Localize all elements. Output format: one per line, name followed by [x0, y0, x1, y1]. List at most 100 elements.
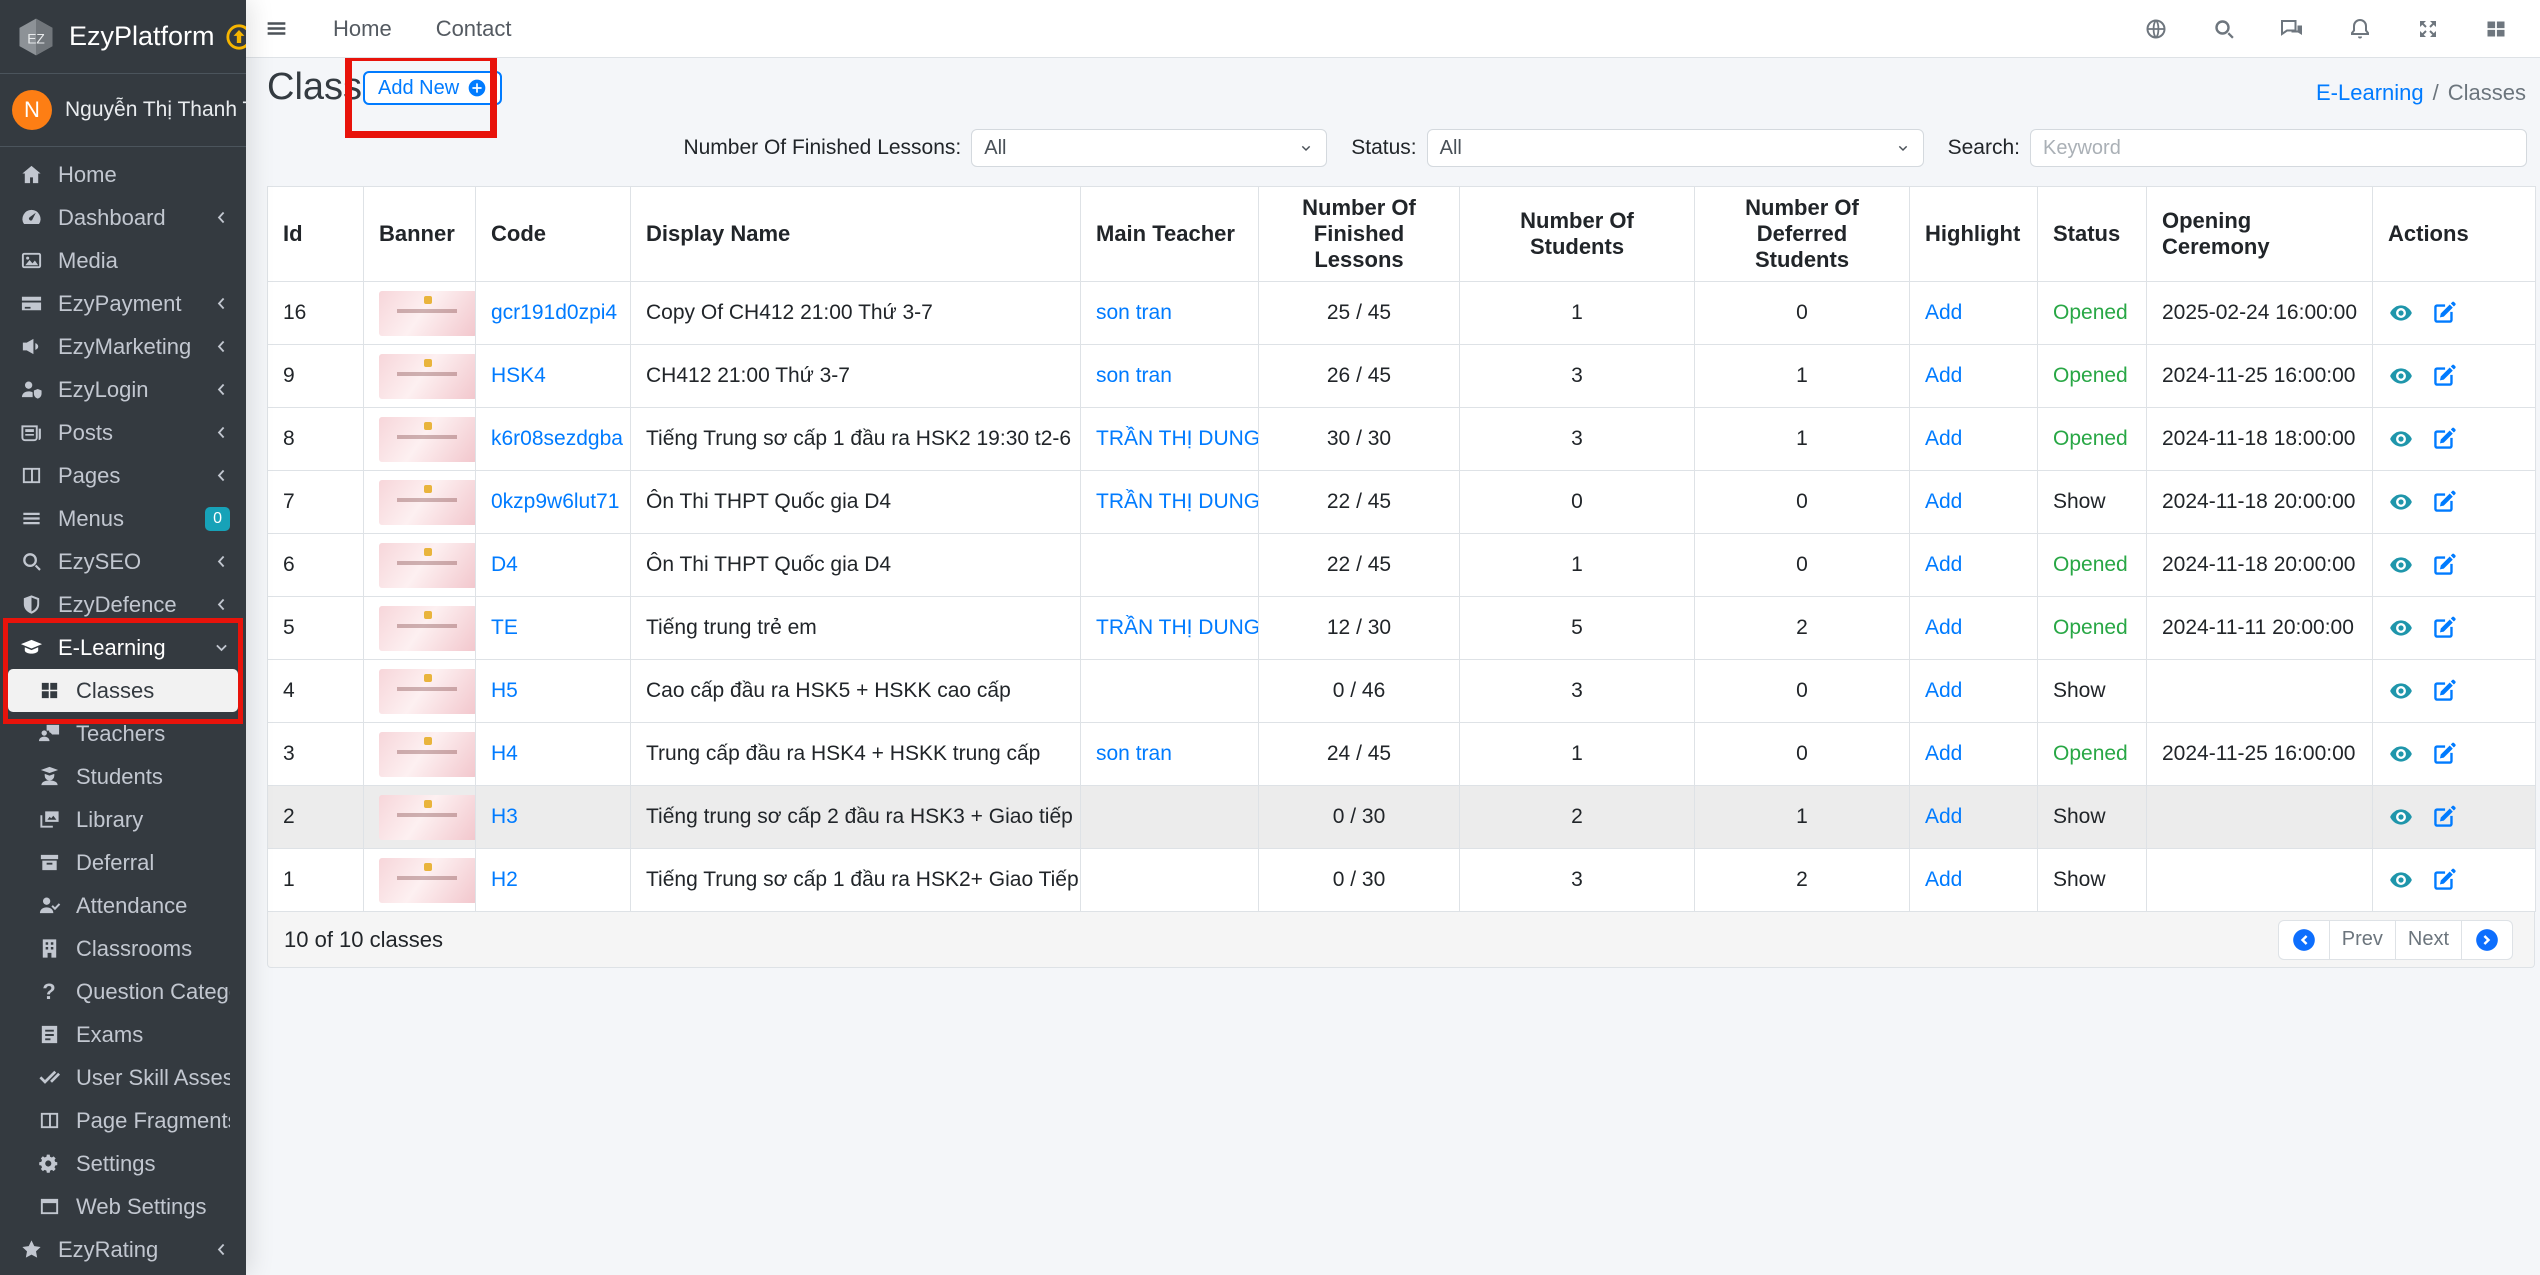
sidebar-item-home[interactable]: Home [8, 153, 238, 196]
sidebar-item-library[interactable]: Library [8, 798, 238, 841]
sidebar-item-classrooms[interactable]: Classrooms [8, 927, 238, 970]
class-code-link[interactable]: gcr191d0zpi4 [491, 301, 617, 324]
sidebar-item-students[interactable]: Students [8, 755, 238, 798]
highlight-add-link[interactable]: Add [1925, 868, 1962, 891]
view-eye-icon[interactable] [2388, 615, 2414, 641]
view-eye-icon[interactable] [2388, 867, 2414, 893]
sidebar-item-dashboard[interactable]: Dashboard [8, 196, 238, 239]
highlight-add-link[interactable]: Add [1925, 616, 1962, 639]
sidebar-item-settings[interactable]: Settings [8, 1142, 238, 1185]
edit-pencil-icon[interactable] [2431, 489, 2457, 515]
hamburger-icon[interactable] [264, 16, 289, 41]
class-code-link[interactable]: H4 [491, 742, 518, 765]
edit-pencil-icon[interactable] [2431, 426, 2457, 452]
highlight-add-link[interactable]: Add [1925, 553, 1962, 576]
sidebar-item-question-categories[interactable]: ?Question Categories [8, 970, 238, 1013]
sidebar-item-ezypayment[interactable]: EzyPayment [8, 282, 238, 325]
finished-lessons-select[interactable]: All [971, 129, 1327, 167]
class-banner-image [379, 732, 476, 777]
nav-link-contact[interactable]: Contact [414, 16, 534, 41]
th-large-icon[interactable] [2484, 17, 2508, 41]
sidebar-item-user-skill-assessments[interactable]: User Skill Assessments [8, 1056, 238, 1099]
globe-icon[interactable] [2144, 17, 2168, 41]
highlight-add-link[interactable]: Add [1925, 364, 1962, 387]
edit-pencil-icon[interactable] [2431, 363, 2457, 389]
teacher-link[interactable]: TRẦN THỊ DUNG [1096, 616, 1259, 639]
cell-opening: 2024-11-25 16:00:00 [2147, 723, 2373, 786]
sidebar-item-menus[interactable]: Menus0 [8, 497, 238, 540]
teacher-link[interactable]: son tran [1096, 301, 1172, 324]
chevron-down-icon [213, 639, 230, 656]
class-code-link[interactable]: TE [491, 616, 518, 639]
teacher-link[interactable]: son tran [1096, 742, 1172, 765]
search-input[interactable] [2030, 129, 2527, 167]
edit-pencil-icon[interactable] [2431, 552, 2457, 578]
class-code-link[interactable]: D4 [491, 553, 518, 576]
sidebar-item-teachers[interactable]: Teachers [8, 712, 238, 755]
highlight-add-link[interactable]: Add [1925, 427, 1962, 450]
class-code-link[interactable]: H2 [491, 868, 518, 891]
pagination-prev-button[interactable]: Prev [2330, 920, 2396, 960]
class-code-link[interactable]: H5 [491, 679, 518, 702]
search-icon[interactable] [2212, 17, 2236, 41]
status-text: Show [2053, 490, 2106, 513]
sidebar-item-deferral[interactable]: Deferral [8, 841, 238, 884]
view-eye-icon[interactable] [2388, 426, 2414, 452]
class-code-link[interactable]: 0kzp9w6lut71 [491, 490, 619, 513]
sidebar-item-exams[interactable]: Exams [8, 1013, 238, 1056]
expand-icon[interactable] [2416, 17, 2440, 41]
view-eye-icon[interactable] [2388, 300, 2414, 326]
edit-pencil-icon[interactable] [2431, 615, 2457, 641]
sidebar-item-classes[interactable]: Classes [8, 669, 238, 712]
sidebar-item-ezymarketing[interactable]: EzyMarketing [8, 325, 238, 368]
user-panel[interactable]: N Nguyễn Thị Thanh Tuyền [0, 74, 246, 147]
edit-pencil-icon[interactable] [2431, 867, 2457, 893]
teacher-link[interactable]: TRẦN THỊ DUNG [1096, 490, 1259, 513]
double-check-icon [34, 1066, 64, 1089]
breadcrumb-elearning-link[interactable]: E-Learning [2316, 80, 2424, 106]
highlight-add-link[interactable]: Add [1925, 679, 1962, 702]
sidebar-item-ezyrating[interactable]: EzyRating [8, 1228, 238, 1271]
fragments-icon [34, 1109, 64, 1132]
view-eye-icon[interactable] [2388, 804, 2414, 830]
nav-link-home[interactable]: Home [311, 16, 414, 41]
sidebar-item-ezyseo[interactable]: EzySEO [8, 540, 238, 583]
view-eye-icon[interactable] [2388, 363, 2414, 389]
status-select[interactable]: All [1427, 129, 1924, 167]
add-new-button[interactable]: Add New [363, 71, 502, 105]
highlight-add-link[interactable]: Add [1925, 490, 1962, 513]
edit-pencil-icon[interactable] [2431, 300, 2457, 326]
sidebar-item-e-learning[interactable]: E-Learning [8, 626, 238, 669]
sidebar-item-web-settings[interactable]: Web Settings [8, 1185, 238, 1228]
column-header-highlight: Highlight [1910, 187, 2038, 282]
pagination-next-button[interactable]: Next [2396, 920, 2462, 960]
edit-pencil-icon[interactable] [2431, 741, 2457, 767]
pagination-last-button[interactable] [2462, 920, 2513, 960]
edit-pencil-icon[interactable] [2431, 804, 2457, 830]
sidebar-item-attendance[interactable]: Attendance [8, 884, 238, 927]
sidebar-item-page-fragments[interactable]: Page Fragments [8, 1099, 238, 1142]
sidebar-item-ezydefence[interactable]: EzyDefence [8, 583, 238, 626]
class-code-link[interactable]: k6r08sezdgba [491, 427, 623, 450]
highlight-add-link[interactable]: Add [1925, 742, 1962, 765]
sidebar-item-media[interactable]: Media [8, 239, 238, 282]
class-code-link[interactable]: H3 [491, 805, 518, 828]
view-eye-icon[interactable] [2388, 552, 2414, 578]
view-eye-icon[interactable] [2388, 678, 2414, 704]
view-eye-icon[interactable] [2388, 741, 2414, 767]
highlight-add-link[interactable]: Add [1925, 805, 1962, 828]
teacher-link[interactable]: TRẦN THỊ DUNG [1096, 427, 1259, 450]
sidebar-item-posts[interactable]: Posts [8, 411, 238, 454]
view-eye-icon[interactable] [2388, 489, 2414, 515]
brand[interactable]: EZ EzyPlatform [0, 0, 246, 74]
bell-icon[interactable] [2348, 17, 2372, 41]
edit-pencil-icon[interactable] [2431, 678, 2457, 704]
class-code-link[interactable]: HSK4 [491, 364, 546, 387]
sidebar-item-ezylogin[interactable]: EzyLogin [8, 368, 238, 411]
sidebar-item-pages[interactable]: Pages [8, 454, 238, 497]
pagination-first-button[interactable] [2278, 920, 2330, 960]
teacher-link[interactable]: son tran [1096, 364, 1172, 387]
comments-icon[interactable] [2280, 17, 2304, 41]
shield-icon [16, 593, 46, 616]
highlight-add-link[interactable]: Add [1925, 301, 1962, 324]
